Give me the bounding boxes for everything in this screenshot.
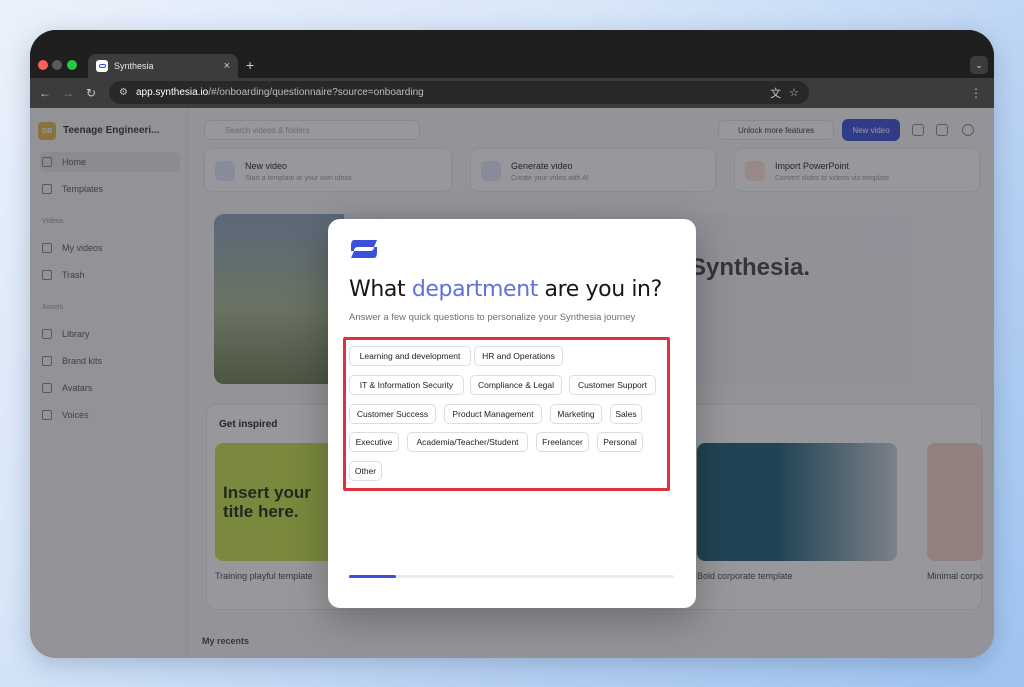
tab-search-chevron-icon[interactable]: ⌄ (970, 56, 988, 74)
close-window-button[interactable] (38, 60, 48, 70)
app-page: GB Teenage Engineeri... Home Templates V… (30, 108, 994, 658)
option-compliance-legal[interactable]: Compliance & Legal (470, 375, 562, 395)
synthesia-favicon-icon (96, 60, 108, 72)
browser-window: Synthesia × + ⌄ ← → ↻ ⚙ app.synthesia.io… (30, 30, 994, 658)
browser-tab[interactable]: Synthesia × (88, 54, 238, 78)
bookmark-star-icon[interactable]: ☆ (789, 86, 799, 99)
option-other[interactable]: Other (349, 461, 382, 481)
new-tab-button[interactable]: + (246, 57, 254, 73)
synthesia-logo-icon (351, 240, 377, 258)
browser-toolbar: ← → ↻ ⚙ app.synthesia.io/#/onboarding/qu… (30, 78, 994, 108)
option-hr-operations[interactable]: HR and Operations (474, 346, 563, 366)
option-personal[interactable]: Personal (597, 432, 643, 452)
option-customer-success[interactable]: Customer Success (349, 404, 436, 424)
onboarding-progress-bar (349, 575, 674, 578)
forward-arrow-icon[interactable]: → (62, 86, 74, 100)
option-customer-support[interactable]: Customer Support (569, 375, 656, 395)
modal-title: What department are you in? (349, 277, 662, 302)
option-sales[interactable]: Sales (610, 404, 642, 424)
department-options: Learning and development HR and Operatio… (343, 337, 670, 491)
tab-strip: Synthesia × + ⌄ (30, 30, 994, 78)
translate-icon[interactable]: 文 (770, 85, 781, 101)
option-it-security[interactable]: IT & Information Security (349, 375, 464, 395)
address-bar[interactable]: ⚙ app.synthesia.io/#/onboarding/question… (109, 81, 809, 104)
option-product-management[interactable]: Product Management (444, 404, 542, 424)
modal-subtitle: Answer a few quick questions to personal… (349, 312, 636, 323)
option-freelancer[interactable]: Freelancer (536, 432, 589, 452)
option-learning-development[interactable]: Learning and development (349, 346, 471, 366)
option-executive[interactable]: Executive (349, 432, 399, 452)
onboarding-modal: What department are you in? Answer a few… (328, 219, 696, 608)
tab-close-icon[interactable]: × (224, 60, 230, 72)
url-text[interactable]: app.synthesia.io/#/onboarding/questionna… (136, 87, 762, 98)
minimize-window-button[interactable] (52, 60, 62, 70)
browser-menu-icon[interactable]: ⋮ (970, 86, 982, 100)
maximize-window-button[interactable] (67, 60, 77, 70)
back-arrow-icon[interactable]: ← (39, 86, 51, 100)
site-info-icon[interactable]: ⚙ (119, 87, 128, 98)
tab-title: Synthesia (114, 61, 154, 71)
option-marketing[interactable]: Marketing (550, 404, 602, 424)
progress-fill (349, 575, 397, 578)
reload-icon[interactable]: ↻ (86, 86, 96, 100)
option-academia[interactable]: Academia/Teacher/Student (407, 432, 528, 452)
